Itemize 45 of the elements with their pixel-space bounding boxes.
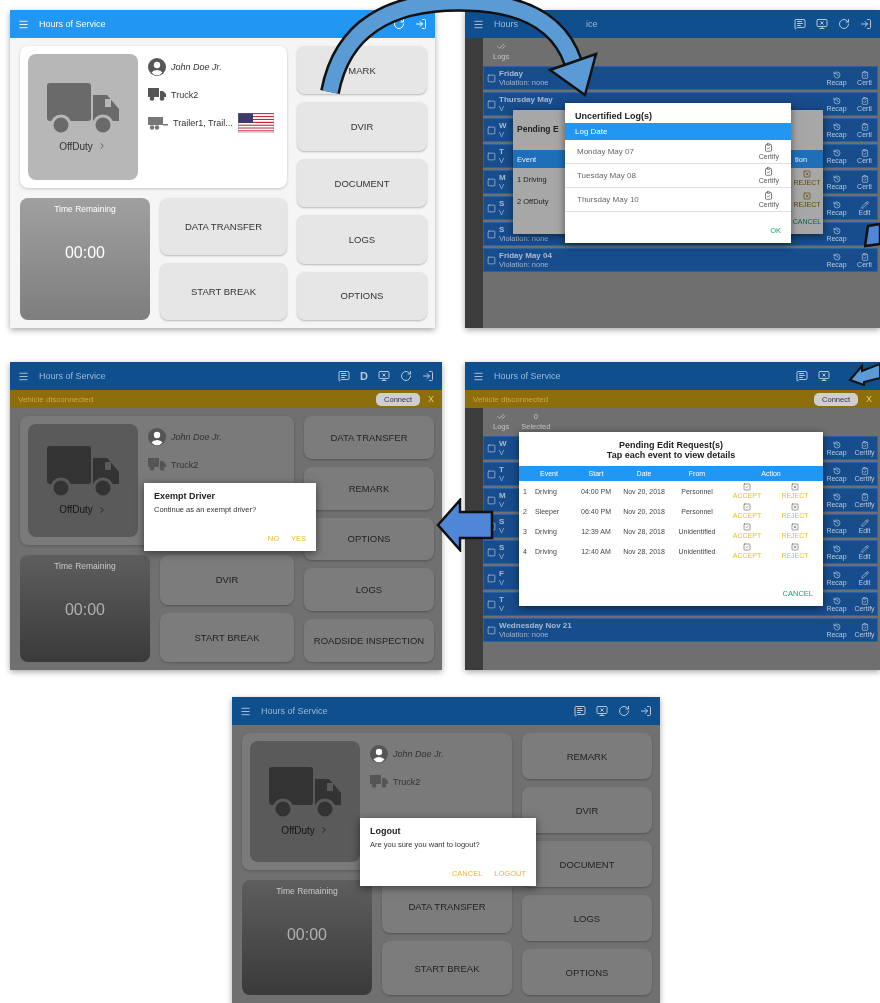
app-title: Hours of Service bbox=[39, 19, 106, 29]
log-day: S bbox=[499, 543, 505, 552]
log-date: Thursday May 10 bbox=[577, 195, 639, 204]
info-text: Truck2 bbox=[171, 89, 199, 100]
time-label: Time Remaining bbox=[54, 561, 116, 572]
time-value: 00:00 bbox=[286, 925, 327, 944]
log-day: Wednesday Nov 21 bbox=[499, 621, 572, 630]
time-value: 00:00 bbox=[64, 244, 105, 263]
table-header: Log Date bbox=[565, 123, 791, 140]
dialog-title: Pending E bbox=[516, 123, 560, 136]
dialog-subtitle: Tap each event to view details bbox=[606, 450, 736, 460]
info-text: John Doe Jr. bbox=[393, 749, 444, 759]
log-day: Friday May 04 bbox=[499, 251, 552, 260]
info-text: John Doe Jr. bbox=[171, 62, 222, 72]
dialog-title: Logout bbox=[369, 825, 402, 838]
log-day: T bbox=[499, 465, 504, 474]
log-day: S bbox=[499, 199, 505, 208]
dialog-title: Pending Edit Request(s) bbox=[619, 440, 723, 450]
log-day: Thursday May bbox=[499, 95, 553, 104]
log-day: M bbox=[499, 173, 506, 182]
log-day: F bbox=[499, 569, 504, 578]
app-title: ice bbox=[586, 19, 598, 29]
log-day: M bbox=[499, 491, 506, 500]
dialog-title: Uncertified Log(s) bbox=[574, 110, 653, 123]
app-title: Hours bbox=[494, 19, 518, 29]
log-date: Tuesday May 08 bbox=[577, 171, 636, 180]
app-title: Hours of Service bbox=[39, 371, 106, 381]
log-day: T bbox=[499, 147, 504, 156]
time-label: Time Remaining bbox=[276, 885, 338, 896]
log-day: S bbox=[499, 517, 505, 526]
time-value: 00:00 bbox=[64, 601, 105, 620]
dialog-title: Exempt Driver bbox=[153, 490, 217, 503]
info-text: Truck2 bbox=[171, 459, 199, 470]
log-day: W bbox=[499, 121, 507, 130]
log-day: Friday bbox=[499, 69, 523, 78]
app-title: Hours of Service bbox=[494, 371, 561, 381]
info-text: John Doe Jr. bbox=[171, 432, 222, 442]
app-title: Hours of Service bbox=[261, 706, 328, 716]
log-day: W bbox=[499, 439, 507, 448]
time-label: Time Remaining bbox=[54, 204, 116, 215]
info-text: Truck2 bbox=[393, 776, 421, 787]
log-day: T bbox=[499, 595, 504, 604]
log-date: Monday May 07 bbox=[577, 147, 634, 156]
log-day: S bbox=[499, 225, 505, 234]
info-text: Trailer1, Trail... bbox=[173, 118, 233, 128]
